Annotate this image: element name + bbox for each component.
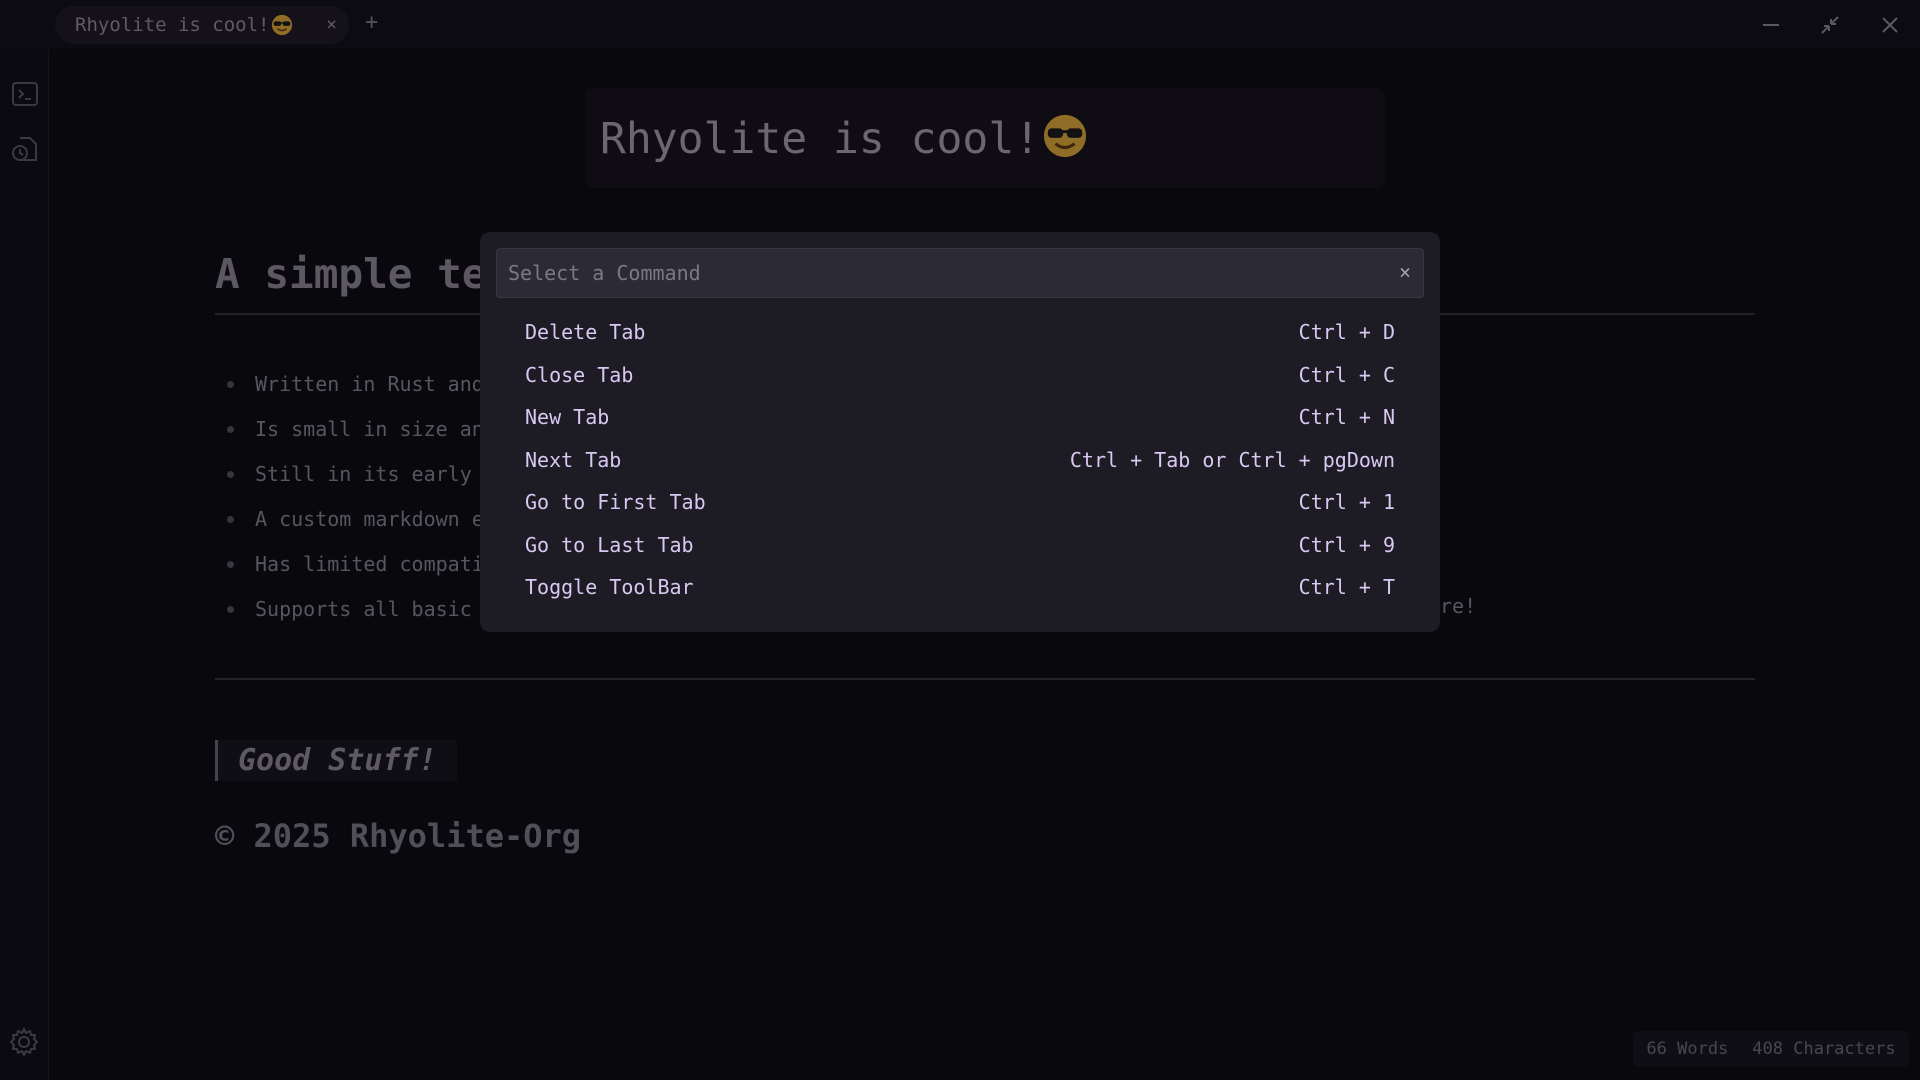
- command-label: Go to Last Tab: [525, 532, 694, 557]
- command-shortcut: Ctrl + Tab or Ctrl + pgDown: [1069, 447, 1395, 472]
- command-palette: × Delete Tab Ctrl + D Close Tab Ctrl + C…: [480, 232, 1440, 632]
- command-shortcut: Ctrl + 1: [1298, 490, 1395, 514]
- command-search-input[interactable]: [497, 249, 1377, 297]
- command-shortcut: Ctrl + C: [1298, 362, 1395, 387]
- command-search-box: ×: [496, 248, 1424, 298]
- command-label: Delete Tab: [525, 320, 646, 344]
- command-label: Toggle ToolBar: [525, 575, 694, 599]
- clear-search-button[interactable]: ×: [1399, 260, 1411, 284]
- command-shortcut: Ctrl + D: [1298, 320, 1395, 344]
- command-item-go-to-first-tab[interactable]: Go to First Tab Ctrl + 1: [480, 482, 1440, 525]
- command-item-go-to-last-tab[interactable]: Go to Last Tab Ctrl + 9: [480, 525, 1440, 568]
- command-item-new-tab[interactable]: New Tab Ctrl + N: [480, 397, 1440, 440]
- command-item-next-tab[interactable]: Next Tab Ctrl + Tab or Ctrl + pgDown: [480, 440, 1440, 483]
- command-item-delete-tab[interactable]: Delete Tab Ctrl + D: [480, 312, 1440, 355]
- command-list: Delete Tab Ctrl + D Close Tab Ctrl + C N…: [480, 312, 1440, 610]
- command-shortcut: Ctrl + T: [1298, 575, 1395, 599]
- command-item-close-tab[interactable]: Close Tab Ctrl + C: [480, 355, 1440, 398]
- command-item-toggle-toolbar[interactable]: Toggle ToolBar Ctrl + T: [480, 567, 1440, 610]
- command-label: New Tab: [525, 405, 610, 429]
- command-label: Next Tab: [525, 447, 622, 472]
- command-label: Go to First Tab: [525, 490, 706, 514]
- command-shortcut: Ctrl + 9: [1298, 532, 1395, 557]
- command-shortcut: Ctrl + N: [1298, 405, 1395, 429]
- command-label: Close Tab: [525, 362, 634, 387]
